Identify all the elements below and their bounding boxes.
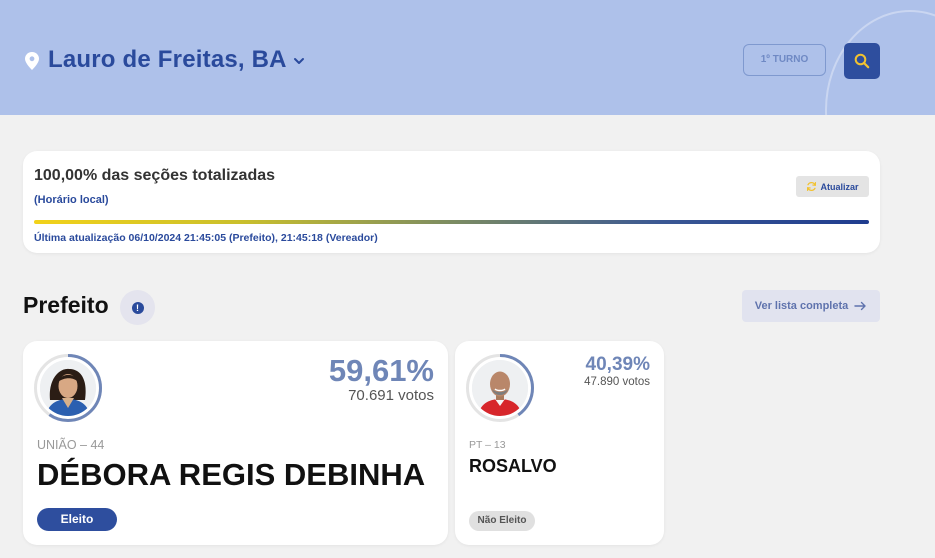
candidate-card[interactable]: 59,61% 70.691 votos UNIÃO – 44 DÉBORA RE… xyxy=(23,341,448,545)
candidate-party: PT – 13 xyxy=(469,439,506,451)
location-pin-icon xyxy=(25,52,39,70)
last-update-text: Última atualização 06/10/2024 21:45:05 (… xyxy=(34,232,378,244)
decorative-swoosh xyxy=(825,10,935,115)
section-title: Prefeito xyxy=(23,292,109,318)
candidate-votes: 47.890 votos xyxy=(584,376,650,388)
refresh-icon xyxy=(807,181,817,192)
local-time-note: (Horário local) xyxy=(34,194,109,206)
candidate-votes: 70.691 votos xyxy=(348,387,434,404)
totalization-title: 100,00% das seções totalizadas xyxy=(34,167,276,184)
search-icon xyxy=(854,53,870,69)
candidate-percentage: 59,61% xyxy=(328,353,434,388)
search-button[interactable] xyxy=(844,43,880,79)
view-full-list-label: Ver lista completa xyxy=(754,300,849,312)
header-bar: Lauro de Freitas, BA 1º TURNO xyxy=(0,0,935,115)
view-full-list-button[interactable]: Ver lista completa xyxy=(742,290,880,322)
candidate-party: UNIÃO – 44 xyxy=(37,438,105,452)
elected-badge: Eleito xyxy=(37,508,117,531)
arrow-right-icon xyxy=(854,301,866,311)
refresh-button[interactable]: Atualizar xyxy=(796,176,869,197)
candidate-card[interactable]: 40,39% 47.890 votos PT – 13 ROSALVO Não … xyxy=(455,341,664,545)
candidate-avatar-wrapper xyxy=(465,353,535,423)
candidate-photo xyxy=(40,360,96,416)
candidate-percentage: 40,39% xyxy=(585,354,650,375)
info-button[interactable]: ! xyxy=(120,290,155,325)
chevron-down-icon[interactable] xyxy=(292,55,306,67)
info-icon: ! xyxy=(131,301,144,314)
city-selector[interactable]: Lauro de Freitas, BA xyxy=(48,46,287,74)
candidate-name: ROSALVO xyxy=(469,456,557,476)
candidate-name: DÉBORA REGIS DEBINHA xyxy=(37,457,426,492)
candidate-photo xyxy=(472,360,528,416)
turno-button[interactable]: 1º TURNO xyxy=(743,44,826,76)
totalization-status-card: 100,00% das seções totalizadas (Horário … xyxy=(23,151,880,253)
totalization-progress-bar xyxy=(34,220,869,224)
refresh-label: Atualizar xyxy=(820,181,859,192)
candidate-avatar-wrapper xyxy=(33,353,103,423)
not-elected-badge: Não Eleito xyxy=(469,511,535,531)
